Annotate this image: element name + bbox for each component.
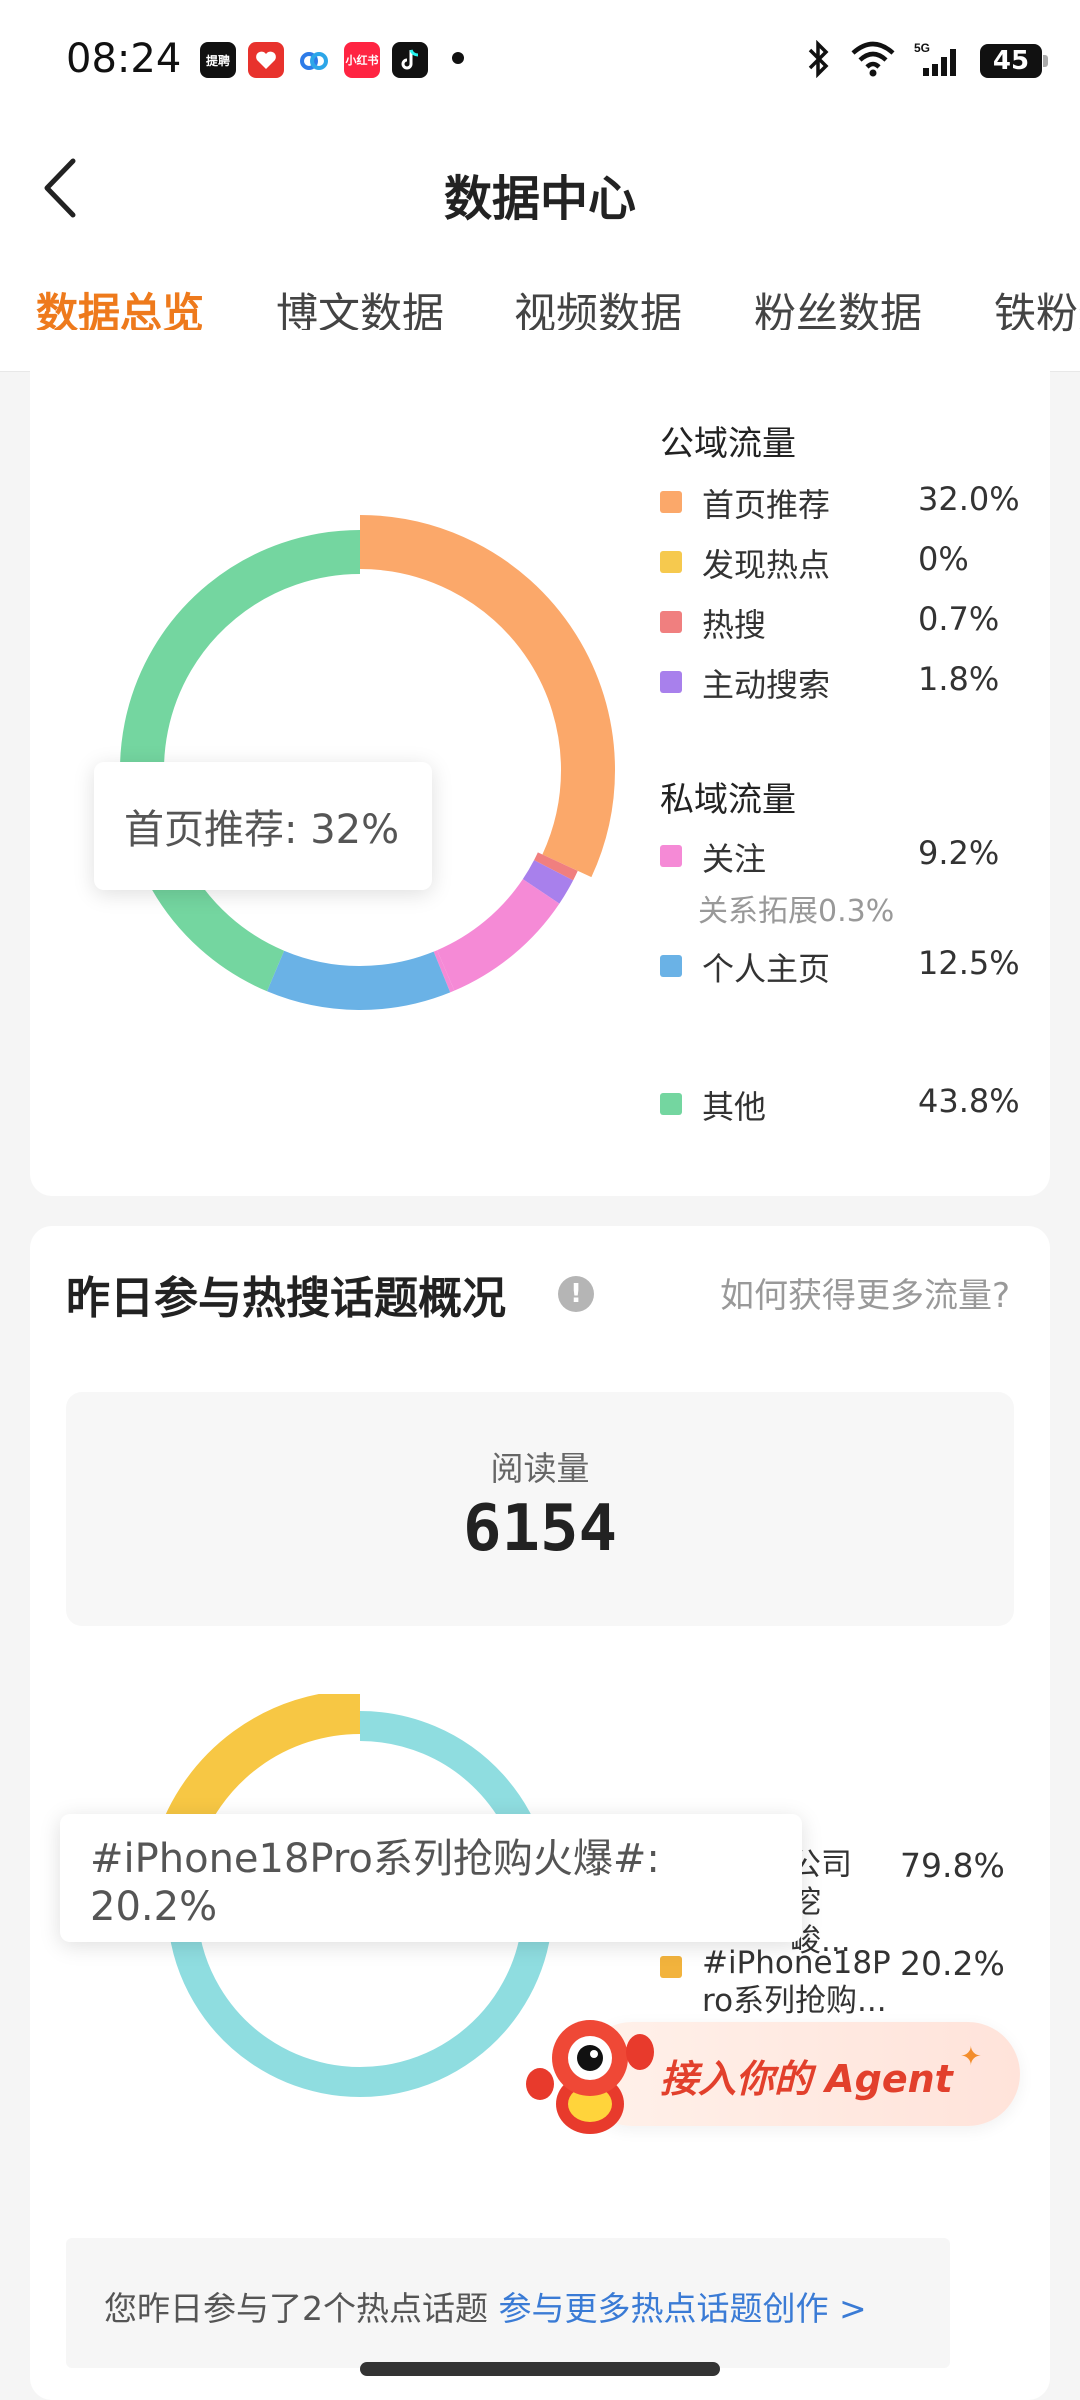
legend-item: 热搜 0.7% [660,600,1020,644]
chart-tooltip: 首页推荐: 32% [94,762,432,890]
legend-swatch [660,671,682,693]
legend-value: 0.7% [918,600,1000,638]
donut-slice-关注[interactable] [436,878,560,991]
summary-text: 您昨日参与了2个热点话题 [104,2289,488,2328]
sparkle-icon: ✦ [960,2042,982,2072]
header: 数据中心 [0,125,1080,250]
create-more-topics-link[interactable]: 参与更多热点话题创作 > [499,2289,867,2328]
legend-value: 12.5% [918,944,1020,982]
legend-item: 其他 43.8% [660,1082,1020,1126]
legend-value: 32.0% [918,480,1020,518]
legend-swatch [660,611,682,633]
legend-label: 主动搜索 [702,666,831,704]
hot-topics-summary: 您昨日参与了2个热点话题 参与更多热点话题创作 > [66,2238,950,2368]
legend-label: 公司挖峻... [790,1847,852,1959]
legend-label: 发现热点 [702,546,831,584]
legend-label: 关注 [702,840,767,878]
home-indicator[interactable] [360,2362,720,2376]
exclamation-icon[interactable]: ! [558,1276,594,1312]
legend-item: 个人主页 12.5% [660,944,1020,988]
legend-swatch [660,845,682,867]
read-count-value: 6154 [462,1492,618,1566]
haokan-app-icon: 提聘 [200,42,236,78]
legend-label: #iPhone18Pro系列抢购... [702,1945,891,2019]
legend-value: 43.8% [918,1082,1020,1120]
status-time: 08:24 [66,36,182,82]
legend-swatch [660,491,682,513]
read-count-box: 阅读量 6154 [66,1392,1014,1626]
legend-label: 个人主页 [702,950,831,988]
legend-swatch [660,1093,682,1115]
legend-value: 20.2% [900,1944,1005,1983]
legend-swatch [660,955,682,977]
cellular-signal-icon: 5G [914,40,962,82]
legend-item: 发现热点 0% [660,540,1020,584]
more-traffic-link[interactable]: 如何获得更多流量? [720,1268,1010,1317]
private-traffic-title: 私域流量 [660,780,796,820]
agent-floating-button[interactable]: 接入你的 Agent ✦ [520,2012,1020,2136]
legend-value: 1.8% [918,660,1000,698]
legend-item: 首页推荐 32.0% [660,480,1020,524]
tiktok-app-icon [392,42,428,78]
topic-chart-tooltip: #iPhone18Pro系列抢购火爆#: 20.2% [60,1814,802,1942]
agent-button-label: 接入你的 Agent [660,2057,953,2101]
legend-label: 首页推荐 [702,486,831,524]
svg-text:5G: 5G [914,41,930,55]
legend-item: 关注 9.2% [660,834,1020,878]
wifi-icon [850,41,896,81]
xiaohongshu-app-icon: 小红书 [344,42,380,78]
battery-icon: 45 [980,44,1048,78]
bluetooth-icon [806,39,832,82]
notification-dot [452,52,464,64]
legend-value: 9.2% [918,834,1000,872]
donut-slice-个人主页[interactable] [267,950,451,1010]
legend-swatch [660,1956,682,1978]
hot-topics-title: 昨日参与热搜话题概况 [66,1273,506,1324]
donut-slice-热搜[interactable] [534,852,578,881]
status-icons: 5G 45 [806,39,1048,82]
legend-value: 79.8% [900,1846,1005,1885]
legend-item: 主动搜索 1.8% [660,660,1020,704]
legend-value: 0% [918,540,969,578]
legend-swatch [660,551,682,573]
mascot-icon [526,2020,654,2134]
legend-label: 其他 [702,1088,767,1126]
donut-slice-关系拓展[interactable] [433,950,455,993]
legend-label: 热搜 [702,606,767,644]
donut-slice-主动搜索[interactable] [522,859,574,904]
read-count-label: 阅读量 [490,1449,590,1488]
heart-app-icon [248,42,284,78]
relation-expand-note: 关系拓展0.3% [698,894,895,929]
cloud-app-icon [296,42,332,78]
page-title: 数据中心 [443,171,636,227]
status-bar: 08:24 提聘 小红书 5G 45 [0,0,1080,125]
public-traffic-title: 公域流量 [660,424,796,464]
